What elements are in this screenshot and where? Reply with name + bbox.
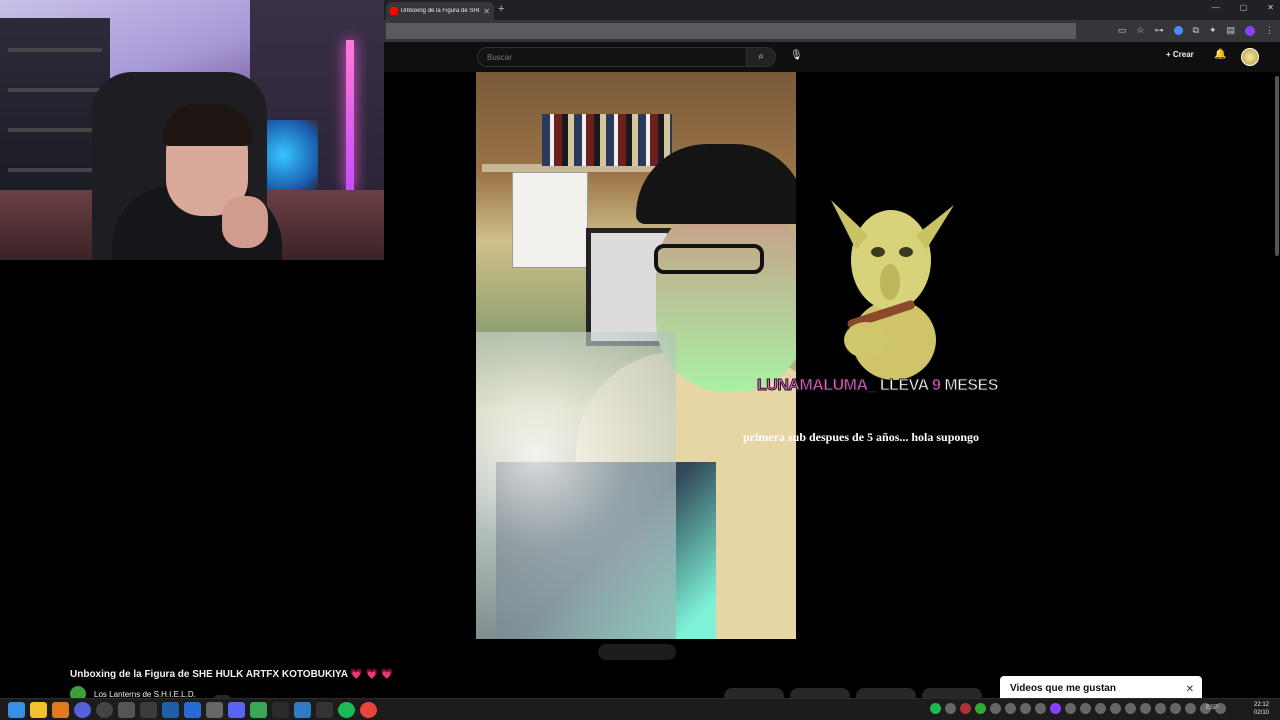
search-input[interactable]: Buscar [477,47,747,67]
app-icon-6[interactable] [118,702,135,718]
screen: Unboxing de la Figura de SHE HULK ARTFX … [0,0,1280,720]
windows-taskbar: ESP 22:12 02/10 [0,698,1280,720]
video-person-face [656,202,796,392]
sub-alert-title: LUNAMALUMA_ LLEVA 9 MESES [757,377,999,395]
tray-icon-2[interactable] [945,703,956,714]
tray-icon-7[interactable] [1020,703,1031,714]
menu-dots-icon[interactable]: ⋮ [1265,25,1274,36]
new-tab-button[interactable]: + [498,3,504,15]
video-player[interactable] [476,72,796,639]
bookmarks-icon[interactable]: ✦ [1209,25,1217,36]
search-button[interactable]: ⌕ [746,47,776,67]
spotify-icon[interactable] [338,702,355,718]
tray-icon-15[interactable] [1140,703,1151,714]
sub-alert-months: 9 [931,377,941,395]
video-books [542,114,672,166]
sub-alert-lleva: LLEVA [879,377,929,395]
tray-icon-17[interactable] [1170,703,1181,714]
app-icon-14[interactable] [294,702,311,718]
tab-youtube-video[interactable]: Unboxing de la Figura de SHE HULK ARTFX … [386,2,494,20]
browser-toolbar: ▭ ☆ ⊶ ⧉ ✦ ▤ ⋮ [384,20,1280,42]
app-ae-icon[interactable] [96,702,113,718]
sub-alert-message: primera sub despues de 5 años... hola su… [743,430,980,444]
tray-icon-5[interactable] [990,703,1001,714]
file-explorer-icon[interactable] [30,702,47,718]
app-icon-13[interactable] [272,702,289,718]
chrome-icon[interactable] [360,702,377,718]
tray-icon-4[interactable] [975,703,986,714]
video-calendar [512,172,588,268]
video-chapter-pill[interactable] [598,644,676,660]
app-icon-9[interactable] [184,702,201,718]
tray-icon-18[interactable] [1185,703,1196,714]
app-icon-12[interactable] [250,702,267,718]
tray-spotify-icon[interactable] [930,703,941,714]
input-language[interactable]: ESP [1206,705,1218,711]
video-title: Unboxing de la Figura de SHE HULK ARTFX … [70,669,394,680]
discord-icon[interactable] [228,702,245,718]
tab-close-icon[interactable]: ✕ [483,7,490,16]
minimize-button[interactable]: — [1212,3,1220,12]
app-icon-10[interactable] [206,702,223,718]
clock-time: 22:12 [1254,702,1270,708]
profile-icon[interactable] [1245,25,1255,36]
windows-start-icon[interactable] [8,702,25,718]
address-bar[interactable] [386,23,1076,39]
video-person-glasses [654,244,764,274]
sub-alert-meses: MESES [944,377,999,395]
youtube-favicon-icon [390,7,398,15]
window-controls: — ▢ ✕ [1212,3,1274,12]
extension-blue-icon[interactable] [1173,26,1183,35]
tray-icon-12[interactable] [1095,703,1106,714]
webcam-overlay [0,0,384,260]
tray-icon-3[interactable] [960,703,971,714]
maximize-button[interactable]: ▢ [1240,3,1248,12]
obs-icon[interactable] [140,702,157,718]
sidebar-icon[interactable]: ▤ [1226,25,1235,36]
extension-icon[interactable]: ⊶ [1155,25,1164,36]
search-icon: ⌕ [758,51,764,62]
close-icon[interactable]: ✕ [1186,684,1194,695]
bubble-wrap [476,332,676,639]
app-v-icon[interactable] [74,702,91,718]
tray-icon-11[interactable] [1080,703,1091,714]
app-icon-15[interactable] [316,702,333,718]
search-app-icon[interactable] [52,702,69,718]
tray-icon-10[interactable] [1065,703,1076,714]
scrollbar-thumb[interactable] [1275,76,1279,256]
extensions-area: ▭ ☆ ⊶ ⧉ ✦ ▤ ⋮ [1118,25,1274,36]
tray-icon-13[interactable] [1110,703,1121,714]
sub-alert-username: LUNAMALUMA_ [757,377,877,395]
cast-icon[interactable]: ▭ [1118,25,1127,36]
bookmark-star-icon[interactable]: ☆ [1136,25,1144,36]
tray-icon-8[interactable] [1035,703,1046,714]
microphone-icon[interactable]: 🎙 [790,50,803,61]
tray-icon-6[interactable] [1005,703,1016,714]
create-button[interactable]: + Crear [1166,50,1194,59]
taskbar-clock[interactable]: 22:12 02/10 [1254,701,1269,717]
system-tray [930,703,1226,714]
streamer-hair [162,104,252,146]
tray-icon-16[interactable] [1155,703,1166,714]
goblin-alert-image [831,200,954,380]
close-window-button[interactable]: ✕ [1267,3,1274,12]
steam-icon[interactable] [162,702,179,718]
puzzle-icon[interactable]: ⧉ [1193,25,1199,36]
notifications-bell-icon[interactable]: 🔔 [1214,49,1226,60]
tray-icon-14[interactable] [1125,703,1136,714]
taskbar-apps [8,702,377,718]
tab-title: Unboxing de la Figura de SHE HULK ARTFX … [400,8,480,14]
user-avatar[interactable] [1241,48,1259,66]
youtube-header: Buscar ⌕ 🎙 + Crear 🔔 [384,42,1280,72]
tray-icon-9[interactable] [1050,703,1061,714]
webcam-led-strip [346,40,354,190]
page-scrollbar[interactable] [1274,72,1280,642]
clock-date: 02/10 [1254,710,1270,716]
browser-tab-bar: Unboxing de la Figura de SHE HULK ARTFX … [384,0,1280,20]
liked-videos-label: Videos que me gustan [1010,683,1116,694]
streamer-hand [222,196,268,248]
